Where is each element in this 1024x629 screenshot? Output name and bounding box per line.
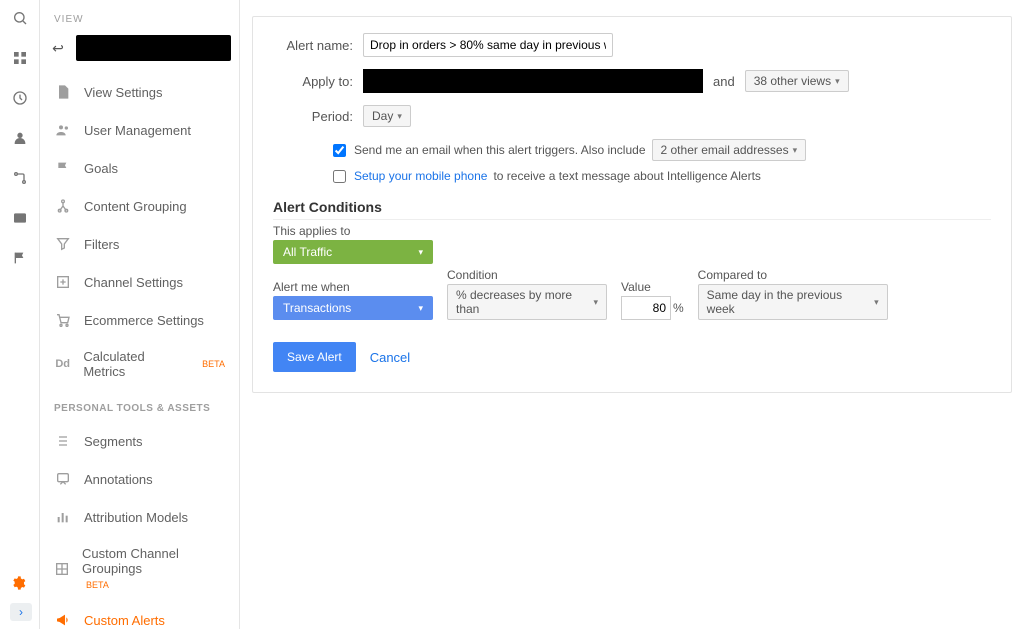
annotation-icon: [54, 470, 72, 488]
pill-text: Transactions: [283, 301, 351, 315]
dashboard-icon[interactable]: [10, 48, 30, 68]
dd-icon: Dd: [54, 355, 71, 373]
dropdown-text: 38 other views: [754, 74, 831, 88]
alert-name-input[interactable]: [363, 33, 613, 57]
nav-label: Filters: [84, 237, 119, 252]
apply-to-redacted[interactable]: [363, 69, 703, 93]
value-input[interactable]: [621, 296, 671, 320]
applies-to-label: This applies to: [273, 224, 991, 238]
apply-to-label: Apply to:: [273, 74, 353, 89]
period-dropdown[interactable]: Day: [363, 105, 411, 127]
nav-calculated[interactable]: Dd Calculated Metrics BETA: [40, 339, 239, 389]
nav-segments[interactable]: Segments: [40, 422, 239, 460]
nav-content-group[interactable]: Content Grouping: [40, 187, 239, 225]
main-panel: Alert name: Apply to: and 38 other views…: [240, 0, 1024, 629]
content-icon: [54, 197, 72, 215]
conversions-icon[interactable]: [10, 248, 30, 268]
view-header: VIEW: [40, 10, 239, 29]
dropdown-text: % decreases by more than: [456, 288, 589, 316]
nav-custom-alerts[interactable]: Custom Alerts: [40, 601, 239, 629]
grid-icon: [54, 560, 70, 578]
condition-dropdown[interactable]: % decreases by more than: [447, 284, 607, 320]
view-selector: ↩: [40, 35, 239, 61]
nav-label: Calculated Metrics: [83, 349, 186, 379]
realtime-icon[interactable]: [10, 88, 30, 108]
sidebar: VIEW ↩ View Settings User Management Goa…: [40, 0, 240, 629]
other-views-dropdown[interactable]: 38 other views: [745, 70, 849, 92]
nav-label: Goals: [84, 161, 118, 176]
app-root: › VIEW ↩ View Settings User Management G…: [0, 0, 1024, 629]
alert-when-dropdown[interactable]: Transactions: [273, 296, 433, 320]
flag-icon: [54, 159, 72, 177]
nav-custom-channel[interactable]: Custom Channel Groupings BETA: [40, 536, 239, 601]
nav-ecommerce[interactable]: Ecommerce Settings: [40, 301, 239, 339]
nav-view-settings[interactable]: View Settings: [40, 73, 239, 111]
setup-phone-link[interactable]: Setup your mobile phone: [354, 169, 487, 183]
compared-label: Compared to: [698, 268, 888, 282]
conditions-header: Alert Conditions: [273, 199, 991, 215]
users-icon: [54, 121, 72, 139]
acquisition-icon[interactable]: [10, 168, 30, 188]
megaphone-icon: [54, 611, 72, 629]
audience-icon[interactable]: [10, 128, 30, 148]
cart-icon: [54, 311, 72, 329]
email-addresses-dropdown[interactable]: 2 other email addresses: [652, 139, 807, 161]
beta-tag: BETA: [202, 359, 225, 369]
nav-filters[interactable]: Filters: [40, 225, 239, 263]
nav-label: Custom Channel Groupings: [82, 546, 179, 576]
nav-label: Annotations: [84, 472, 153, 487]
and-text: and: [713, 74, 735, 89]
nav-label: Content Grouping: [84, 199, 187, 214]
back-arrow-icon[interactable]: ↩: [48, 40, 68, 57]
channel-icon: [54, 273, 72, 291]
collapse-icon[interactable]: ›: [10, 603, 32, 621]
nav-label: Custom Alerts: [84, 613, 165, 628]
nav-label: Ecommerce Settings: [84, 313, 204, 328]
dropdown-text: Day: [372, 109, 393, 123]
filter-icon: [54, 235, 72, 253]
applies-to-dropdown[interactable]: All Traffic: [273, 240, 433, 264]
sms-tail-text: to receive a text message about Intellig…: [493, 169, 761, 183]
save-button[interactable]: Save Alert: [273, 342, 356, 372]
period-label: Period:: [273, 109, 353, 124]
beta-tag: BETA: [86, 580, 109, 590]
dropdown-text: 2 other email addresses: [661, 143, 789, 157]
nav-label: User Management: [84, 123, 191, 138]
nav-label: Attribution Models: [84, 510, 188, 525]
alert-name-label: Alert name:: [273, 38, 353, 53]
cancel-button[interactable]: Cancel: [370, 350, 410, 365]
page-icon: [54, 83, 72, 101]
percent-sign: %: [673, 301, 684, 315]
nav-attribution[interactable]: Attribution Models: [40, 498, 239, 536]
nav-label: View Settings: [84, 85, 163, 100]
view-name-redacted[interactable]: [76, 35, 231, 61]
nav-label: Channel Settings: [84, 275, 183, 290]
admin-gear-icon[interactable]: [10, 575, 26, 594]
condition-label: Condition: [447, 268, 607, 282]
segments-icon: [54, 432, 72, 450]
alert-when-label: Alert me when: [273, 280, 433, 294]
email-checkbox[interactable]: [333, 144, 346, 157]
nav-user-mgmt[interactable]: User Management: [40, 111, 239, 149]
pill-text: All Traffic: [283, 245, 332, 259]
behavior-icon[interactable]: [10, 208, 30, 228]
condition-grid: Alert me when Transactions Condition % d…: [273, 268, 991, 320]
compared-dropdown[interactable]: Same day in the previous week: [698, 284, 888, 320]
bars-icon: [54, 508, 72, 526]
nav-channel[interactable]: Channel Settings: [40, 263, 239, 301]
email-check-text: Send me an email when this alert trigger…: [354, 143, 646, 157]
sms-checkbox[interactable]: [333, 170, 346, 183]
nav-annotations[interactable]: Annotations: [40, 460, 239, 498]
icon-rail: ›: [0, 0, 40, 629]
nav-label: Segments: [84, 434, 143, 449]
search-icon[interactable]: [10, 8, 30, 28]
alert-form-card: Alert name: Apply to: and 38 other views…: [252, 16, 1012, 393]
tools-header: PERSONAL TOOLS & ASSETS: [40, 389, 239, 422]
value-label: Value: [621, 280, 684, 294]
dropdown-text: Same day in the previous week: [707, 288, 870, 316]
nav-goals[interactable]: Goals: [40, 149, 239, 187]
